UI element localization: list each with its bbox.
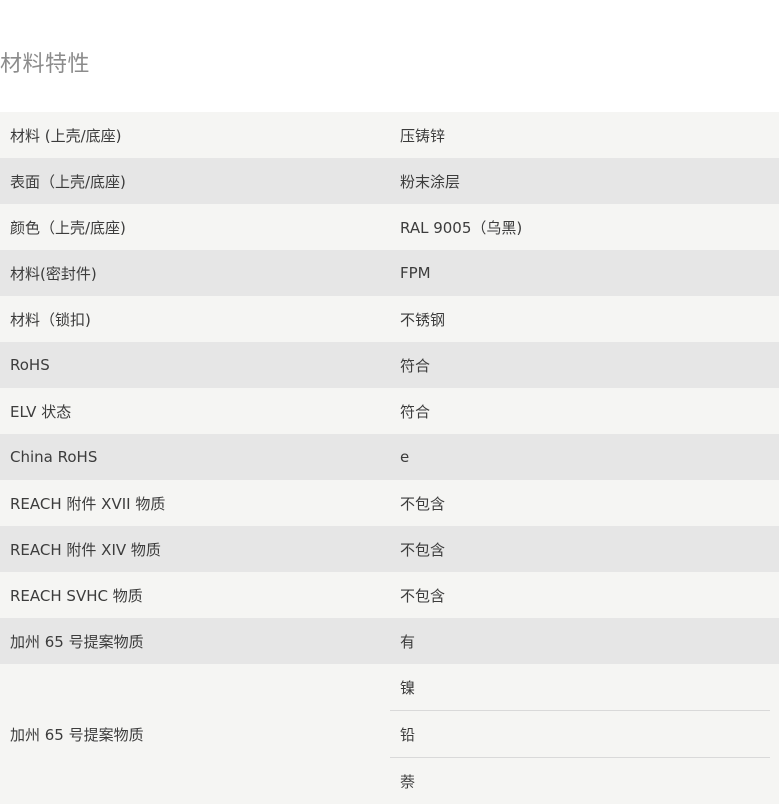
table-row: ELV 状态 符合 <box>0 388 779 434</box>
table-row: REACH SVHC 物质 不包含 <box>0 572 779 618</box>
table-row: REACH 附件 XVII 物质 不包含 <box>0 480 779 526</box>
table-row: 表面（上壳/底座) 粉末涂层 <box>0 158 779 204</box>
row-label: 颜色（上壳/底座) <box>10 218 126 237</box>
table-row: 加州 65 号提案物质 有 <box>0 618 779 664</box>
row-subvalue: 铅 <box>390 711 770 758</box>
row-subvalue: 萘 <box>400 772 416 791</box>
row-value: 不包含 <box>400 586 446 605</box>
row-label: RoHS <box>10 356 50 374</box>
row-value: 不包含 <box>400 540 446 559</box>
table-row: 材料 (上壳/底座) 压铸锌 <box>0 112 779 158</box>
row-value: e <box>400 448 410 466</box>
row-label: 加州 65 号提案物质 <box>10 632 144 651</box>
table-row-multi: 加州 65 号提案物质 镍 铅 萘 <box>0 664 779 804</box>
table-row: REACH 附件 XIV 物质 不包含 <box>0 526 779 572</box>
row-value: 符合 <box>400 402 431 421</box>
row-value: 压铸锌 <box>400 126 446 145</box>
row-label: 材料 (上壳/底座) <box>10 126 122 145</box>
table-row: 材料（锁扣) 不锈钢 <box>0 296 779 342</box>
row-value: FPM <box>400 264 431 282</box>
row-label: 材料（锁扣) <box>10 310 91 329</box>
row-value: 符合 <box>400 356 431 375</box>
row-value: RAL 9005（乌黑) <box>400 218 523 237</box>
row-label: REACH 附件 XIV 物质 <box>10 540 161 559</box>
row-label: ELV 状态 <box>10 402 72 421</box>
row-value-list: 镍 铅 萘 <box>390 664 779 804</box>
row-value: 有 <box>400 632 416 651</box>
row-subvalue: 镍 <box>390 664 770 711</box>
table-row: 颜色（上壳/底座) RAL 9005（乌黑) <box>0 204 779 250</box>
section-title: 材料特性 <box>0 52 91 77</box>
row-label: 加州 65 号提案物质 <box>10 725 144 744</box>
row-label: REACH 附件 XVII 物质 <box>10 494 166 513</box>
table-row: China RoHS e <box>0 434 779 480</box>
material-properties-table: 材料 (上壳/底座) 压铸锌 表面（上壳/底座) 粉末涂层 颜色（上壳/底座) … <box>0 112 779 804</box>
table-row: RoHS 符合 <box>0 342 779 388</box>
table-row: 材料(密封件) FPM <box>0 250 779 296</box>
row-label: 材料(密封件) <box>10 264 97 283</box>
row-value: 粉末涂层 <box>400 172 461 191</box>
row-label: China RoHS <box>10 448 98 466</box>
row-label: REACH SVHC 物质 <box>10 586 143 605</box>
row-value: 不包含 <box>400 494 446 513</box>
row-value: 不锈钢 <box>400 310 446 329</box>
row-label: 表面（上壳/底座) <box>10 172 126 191</box>
